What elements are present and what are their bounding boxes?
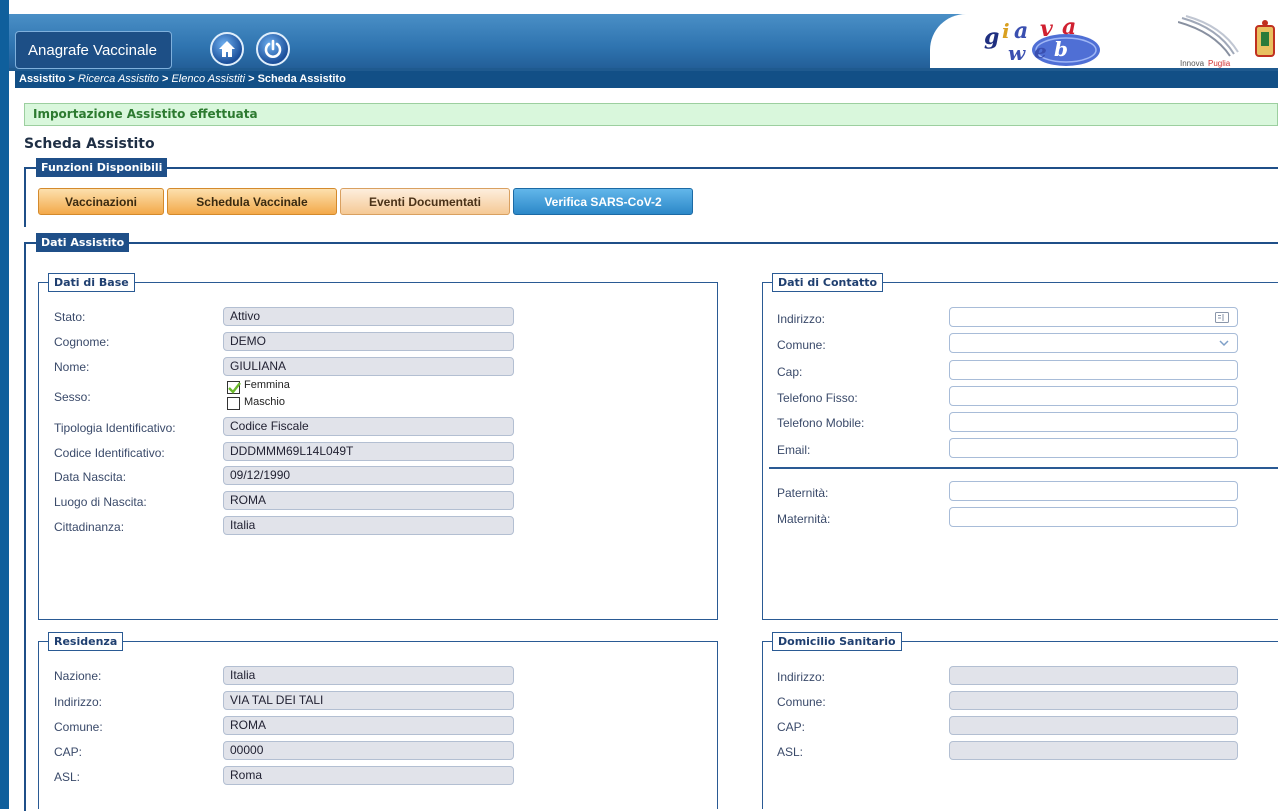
breadcrumb-sep: >: [245, 73, 258, 85]
eventi-documentati-button[interactable]: Eventi Documentati: [340, 188, 510, 215]
domicilio-asl-field: [949, 741, 1238, 760]
residenza-comune-field: ROMA: [223, 716, 514, 735]
dati-contatto-legend: Dati di Contatto: [772, 273, 884, 292]
svg-text:b: b: [1054, 37, 1068, 61]
cittadinanza-label: Cittadinanza:: [54, 520, 125, 534]
breadcrumb: Assistito > Ricerca Assistito > Elenco A…: [15, 71, 1278, 88]
residenza-cap-field: 00000: [223, 741, 514, 760]
nome-label: Nome:: [54, 360, 90, 374]
maschio-checkbox[interactable]: [227, 397, 240, 410]
breadcrumb-elenco[interactable]: Elenco Assistiti: [171, 73, 245, 85]
domicilio-indirizzo-field: [949, 666, 1238, 685]
telefono-mobile-input[interactable]: [949, 412, 1238, 432]
residenza-indirizzo-label: Indirizzo:: [54, 695, 103, 709]
cognome-label: Cognome:: [54, 335, 110, 349]
paternita-input[interactable]: [949, 481, 1238, 501]
stato-field: Attivo: [223, 307, 514, 326]
svg-text:w: w: [1008, 41, 1026, 65]
contatto-indirizzo-label: Indirizzo:: [777, 312, 826, 326]
domicilio-cap-field: [949, 716, 1238, 735]
giava-web-logo: g i a v a w e b: [984, 14, 1100, 66]
femmina-label: Femmina: [244, 379, 290, 391]
telefono-mobile-label: Telefono Mobile:: [777, 416, 865, 430]
verifica-sars-cov2-button[interactable]: Verifica SARS-CoV-2: [513, 188, 693, 215]
chevron-down-icon: [1219, 340, 1229, 347]
funzioni-legend: Funzioni Disponibili: [36, 158, 168, 177]
home-button[interactable]: [210, 32, 244, 66]
breadcrumb-sep: >: [158, 73, 172, 85]
maschio-label: Maschio: [244, 396, 285, 408]
domicilio-cap-label: CAP:: [777, 720, 806, 734]
svg-text:Puglia: Puglia: [1208, 59, 1231, 68]
residenza-comune-label: Comune:: [54, 720, 103, 734]
svg-text:i: i: [1002, 19, 1010, 43]
nazione-field: Italia: [223, 666, 514, 685]
region-crest-logo: [1255, 20, 1275, 57]
codice-label: Codice Identificativo:: [54, 446, 165, 460]
telefono-fisso-label: Telefono Fisso:: [777, 391, 858, 405]
svg-text:e: e: [1034, 39, 1047, 63]
power-icon: [264, 39, 282, 58]
luogo-nascita-field: ROMA: [223, 491, 514, 510]
nazione-label: Nazione:: [54, 669, 102, 683]
check-icon: [228, 382, 241, 394]
codice-field: DDDMMM69L14L049T: [223, 442, 514, 461]
breadcrumb-sep: >: [65, 73, 79, 85]
contatto-comune-label: Comune:: [777, 338, 826, 352]
nome-field: GIULIANA: [223, 357, 514, 376]
contatto-divider: [769, 467, 1278, 469]
data-nascita-label: Data Nascita:: [54, 470, 127, 484]
svg-text:g: g: [984, 24, 999, 50]
schedula-vaccinale-button[interactable]: Schedula Vaccinale: [167, 188, 337, 215]
email-label: Email:: [777, 443, 811, 457]
data-nascita-field: 09/12/1990: [223, 466, 514, 485]
luogo-nascita-label: Luogo di Nascita:: [54, 495, 147, 509]
tipologia-label: Tipologia Identificativo:: [54, 421, 176, 435]
domicilio-indirizzo-label: Indirizzo:: [777, 670, 826, 684]
residenza-asl-field: Roma: [223, 766, 514, 785]
dati-base-legend: Dati di Base: [48, 273, 135, 292]
residenza-legend: Residenza: [48, 632, 124, 651]
logout-button[interactable]: [256, 32, 290, 66]
cognome-field: DEMO: [223, 332, 514, 351]
address-card-icon: [1215, 312, 1229, 323]
domicilio-legend: Domicilio Sanitario: [772, 632, 902, 651]
breadcrumb-assistito[interactable]: Assistito: [19, 73, 65, 85]
svg-text:Innova: Innova: [1180, 59, 1205, 68]
contatto-cap-input[interactable]: [949, 360, 1238, 380]
paternita-label: Paternità:: [777, 486, 829, 500]
maternita-input[interactable]: [949, 507, 1238, 527]
residenza-cap-label: CAP:: [54, 745, 83, 759]
residenza-asl-label: ASL:: [54, 770, 81, 784]
contatto-comune-select[interactable]: [949, 333, 1238, 353]
sesso-label: Sesso:: [54, 390, 91, 404]
telefono-fisso-input[interactable]: [949, 386, 1238, 406]
breadcrumb-current: Scheda Assistito: [257, 73, 346, 85]
app-title: Anagrafe Vaccinale: [15, 31, 172, 69]
left-edge-bar: [0, 0, 9, 809]
contatto-cap-label: Cap:: [777, 365, 803, 379]
domicilio-comune-field: [949, 691, 1238, 710]
maternita-label: Maternità:: [777, 512, 831, 526]
dati-assistito-legend: Dati Assistito: [36, 233, 130, 252]
stato-label: Stato:: [54, 310, 86, 324]
breadcrumb-ricerca[interactable]: Ricerca Assistito: [78, 73, 159, 85]
femmina-checkbox[interactable]: [227, 381, 241, 394]
residenza-indirizzo-field: VIA TAL DEI TALI: [223, 691, 514, 710]
success-message: Importazione Assistito effettuata: [24, 103, 1278, 126]
vaccinazioni-button[interactable]: Vaccinazioni: [38, 188, 164, 215]
domicilio-comune-label: Comune:: [777, 695, 826, 709]
cittadinanza-field: Italia: [223, 516, 514, 535]
contatto-indirizzo-input[interactable]: [949, 307, 1238, 327]
page-title: Scheda Assistito: [24, 136, 155, 152]
tipologia-field: Codice Fiscale: [223, 417, 514, 436]
email-input[interactable]: [949, 438, 1238, 458]
home-icon: [219, 41, 235, 57]
domicilio-asl-label: ASL:: [777, 745, 804, 759]
innovapuglia-logo: Innova Puglia: [1178, 15, 1239, 68]
